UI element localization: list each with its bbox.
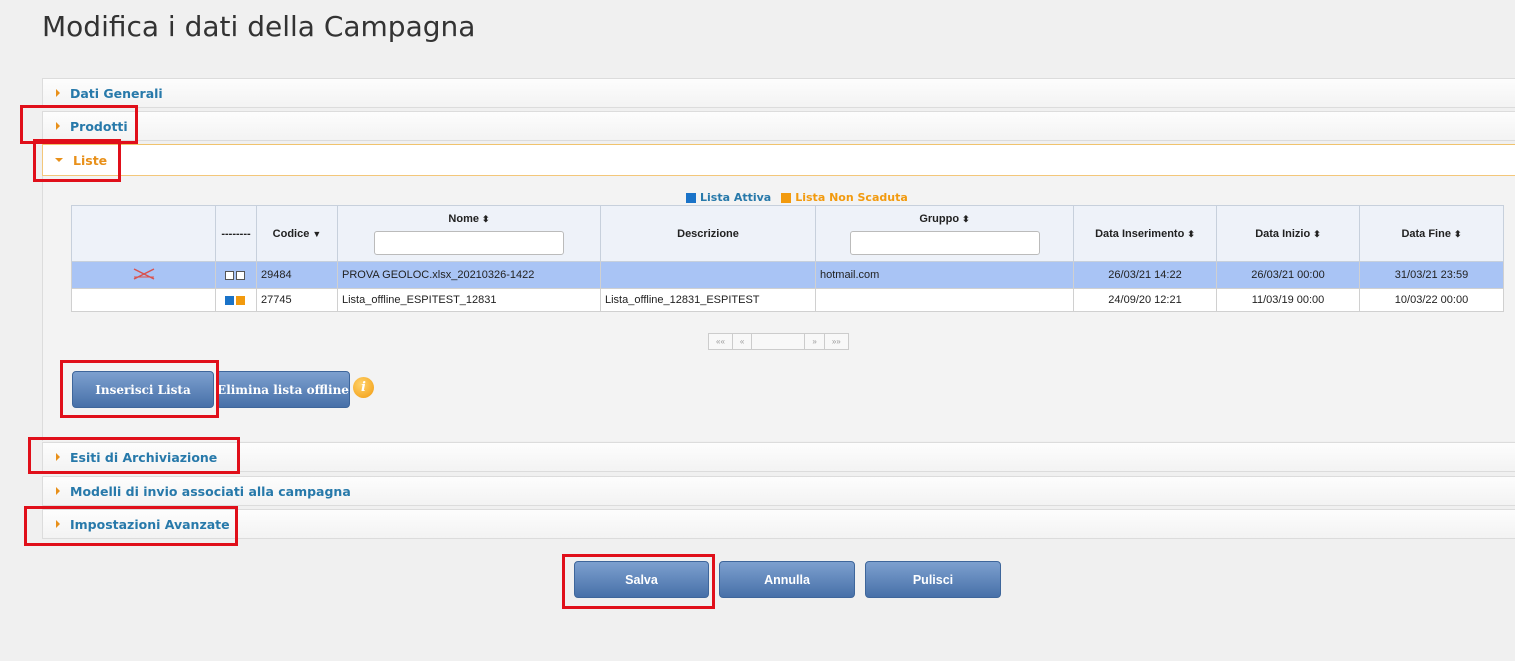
cell-data-inserimento: 24/09/20 12:21 [1073, 288, 1217, 312]
cell-codice: 27745 [256, 288, 338, 312]
section-label: Dati Generali [70, 85, 163, 101]
legend-active-swatch [686, 192, 696, 203]
nome-filter-input[interactable] [374, 230, 564, 255]
inserisci-lista-button[interactable]: Inserisci Lista [72, 371, 214, 408]
chevron-right-icon [56, 487, 60, 495]
status-empty-icon [225, 270, 234, 280]
cell-nome: Lista_offline_ESPITEST_12831 [337, 288, 601, 312]
annulla-button[interactable]: Annulla [719, 561, 855, 598]
row-status [215, 288, 257, 312]
page-title: Modifica i dati della Campagna [42, 10, 476, 43]
table-row[interactable]: 29484 PROVA GEOLOC.xlsx_20210326-1422 ho… [71, 261, 1504, 289]
status-empty-icon [236, 270, 245, 280]
table-row[interactable]: 27745 Lista_offline_ESPITEST_12831 Lista… [71, 288, 1504, 312]
chevron-right-icon [56, 122, 60, 130]
legend-non-scaduta-swatch [781, 192, 792, 203]
cell-nome: PROVA GEOLOC.xlsx_20210326-1422 [337, 261, 601, 289]
chevron-down-icon [55, 158, 63, 162]
sort-icon: ⬍ [482, 213, 490, 224]
pager: «« « » »» [708, 333, 849, 350]
section-label: Modelli di invio associati alla campagna [70, 483, 351, 499]
salva-button[interactable]: Salva [574, 561, 709, 598]
cell-gruppo: hotmail.com [815, 261, 1074, 289]
chevron-right-icon [56, 520, 60, 528]
sort-down-icon: ▼ [312, 228, 322, 239]
pager-prev-button[interactable]: « [733, 334, 753, 349]
pulisci-button[interactable]: Pulisci [865, 561, 1001, 598]
legend: Lista Attiva Lista Non Scaduta [686, 191, 908, 204]
header-data-inizio[interactable]: Data Inizio ⬍ [1216, 205, 1360, 262]
section-impostazioni-avanzate[interactable]: Impostazioni Avanzate [42, 509, 1515, 539]
elimina-lista-offline-button[interactable]: Elimina lista offline [216, 371, 350, 408]
sort-icon: ⬍ [1187, 228, 1195, 239]
status-non-scaduta-icon [236, 295, 245, 305]
section-label: Impostazioni Avanzate [70, 516, 230, 532]
cell-descrizione: Lista_offline_12831_ESPITEST [600, 288, 816, 312]
row-actions [71, 288, 216, 312]
section-dati-generali[interactable]: Dati Generali [42, 78, 1515, 108]
cell-codice: 29484 [256, 261, 338, 289]
legend-active-label: Lista Attiva [700, 191, 772, 204]
cell-data-fine: 31/03/21 23:59 [1359, 261, 1504, 289]
header-descrizione: Descrizione [600, 205, 816, 262]
header-data-inserimento[interactable]: Data Inserimento ⬍ [1073, 205, 1217, 262]
chevron-right-icon [56, 89, 60, 97]
gruppo-filter-input[interactable] [849, 230, 1040, 255]
pager-first-button[interactable]: «« [709, 334, 733, 349]
chevron-right-icon [56, 453, 60, 461]
status-active-icon [225, 295, 234, 305]
info-icon[interactable]: i [353, 377, 374, 398]
sort-icon: ⬍ [1313, 228, 1321, 239]
cell-gruppo [815, 288, 1074, 312]
cell-descrizione [600, 261, 816, 289]
header-codice[interactable]: Codice ▼ [256, 205, 338, 262]
pager-next-button[interactable]: » [805, 334, 825, 349]
section-esiti-archiviazione[interactable]: Esiti di Archiviazione [42, 442, 1515, 472]
sort-icon: ⬍ [1454, 228, 1462, 239]
row-actions[interactable] [71, 261, 216, 289]
section-label: Liste [73, 152, 108, 168]
row-status [215, 261, 257, 289]
header-actions [71, 205, 216, 262]
section-modelli-invio[interactable]: Modelli di invio associati alla campagna [42, 476, 1515, 506]
sort-icon: ⬍ [962, 213, 970, 224]
liste-table: -------- Codice ▼ Nome ⬍ Descrizione Gru… [71, 205, 1504, 312]
header-status: -------- [215, 205, 257, 262]
section-liste[interactable]: Liste [42, 144, 1515, 176]
cell-data-inizio: 11/03/19 00:00 [1216, 288, 1360, 312]
header-gruppo[interactable]: Gruppo ⬍ [815, 205, 1074, 262]
header-nome[interactable]: Nome ⬍ [337, 205, 601, 262]
legend-non-scaduta-label: Lista Non Scaduta [795, 191, 908, 204]
delete-x-icon[interactable] [132, 267, 156, 281]
section-label: Prodotti [70, 118, 128, 134]
cell-data-fine: 10/03/22 00:00 [1359, 288, 1504, 312]
section-label: Esiti di Archiviazione [70, 449, 218, 465]
cell-data-inserimento: 26/03/21 14:22 [1073, 261, 1217, 289]
cell-data-inizio: 26/03/21 00:00 [1216, 261, 1360, 289]
pager-last-button[interactable]: »» [825, 334, 848, 349]
header-data-fine[interactable]: Data Fine ⬍ [1359, 205, 1504, 262]
section-prodotti[interactable]: Prodotti [42, 111, 1515, 141]
pager-page-indicator [752, 334, 806, 349]
